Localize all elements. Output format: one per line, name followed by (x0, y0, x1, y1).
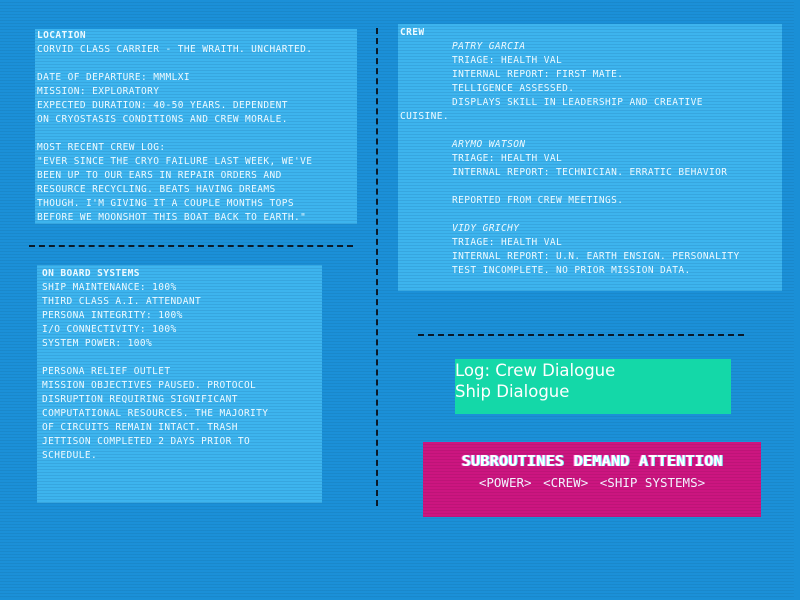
systems-line: I/O CONNECTIVITY: 100% (42, 324, 177, 335)
right-divider (418, 334, 744, 336)
crew-header: CREW (400, 27, 425, 38)
crew-member-name: PATRY GARCIA (452, 41, 526, 52)
ship-systems-link[interactable]: <SHIP SYSTEMS> (600, 475, 705, 490)
ship-dialogue-option[interactable]: Ship Dialogue (455, 381, 731, 402)
systems-line: OF CIRCUITS REMAIN INTACT. TRASH (42, 422, 238, 433)
location-panel: LOCATION CORVID CLASS CARRIER - THE WRAI… (35, 29, 357, 224)
location-line: EXPECTED DURATION: 40-50 YEARS. DEPENDEN… (37, 100, 288, 111)
power-link[interactable]: <POWER> (479, 475, 532, 490)
location-line: THOUGH. I'M GIVING IT A COUPLE MONTHS TO… (37, 198, 295, 209)
center-divider (376, 28, 378, 506)
crew-member-line: CUISINE. (400, 111, 449, 122)
crew-member-line (400, 180, 782, 194)
crew-member-name: ARYMO WATSON (452, 139, 526, 150)
left-divider (29, 245, 353, 247)
systems-header: ON BOARD SYSTEMS (42, 268, 140, 279)
location-line: ON CRYOSTASIS CONDITIONS AND CREW MORALE… (37, 114, 288, 125)
systems-line: COMPUTATIONAL RESOURCES. THE MAJORITY (42, 408, 269, 419)
location-line: BEFORE WE MOONSHOT THIS BOAT BACK TO EAR… (37, 212, 307, 223)
systems-line: SCHEDULE. (42, 450, 98, 461)
crew-link[interactable]: <CREW> (543, 475, 588, 490)
crew-member-line: TELLIGENCE ASSESSED. (452, 83, 575, 94)
crew-member-line: TRIAGE: HEALTH VAL (452, 237, 563, 248)
crew-member-name: VIDY GRICHY (452, 223, 520, 234)
crew-member-line: TRIAGE: HEALTH VAL (452, 55, 563, 66)
systems-panel: ON BOARD SYSTEMS SHIP MAINTENANCE: 100% … (37, 265, 322, 503)
systems-line: SHIP MAINTENANCE: 100% (42, 282, 177, 293)
location-line (37, 127, 357, 141)
location-line: DATE OF DEPARTURE: MMMLXI (37, 72, 190, 83)
location-line: MISSION: EXPLORATORY (37, 86, 160, 97)
location-line: MOST RECENT CREW LOG: (37, 142, 166, 153)
crew-member-line: INTERNAL REPORT: U.N. EARTH ENSIGN. PERS… (452, 251, 740, 262)
dialogue-log-box: Log: Crew Dialogue Ship Dialogue (455, 359, 731, 414)
systems-line: THIRD CLASS A.I. ATTENDANT (42, 296, 202, 307)
location-line: CORVID CLASS CARRIER - THE WRAITH. UNCHA… (37, 44, 313, 55)
systems-line: DISRUPTION REQUIRING SIGNIFICANT (42, 394, 238, 405)
alert-box: SUBROUTINES DEMAND ATTENTION <POWER> <CR… (423, 442, 761, 517)
crew-member-line: INTERNAL REPORT: FIRST MATE. (452, 69, 624, 80)
systems-line (42, 351, 322, 365)
systems-line: SYSTEM POWER: 100% (42, 338, 153, 349)
crew-dialogue-option[interactable]: Log: Crew Dialogue (455, 360, 731, 381)
alert-title: SUBROUTINES DEMAND ATTENTION (461, 452, 723, 470)
game-screen: LOCATION CORVID CLASS CARRIER - THE WRAI… (0, 0, 794, 597)
systems-line: MISSION OBJECTIVES PAUSED. PROTOCOL (42, 380, 257, 391)
location-line (37, 57, 357, 71)
crew-member-line: TRIAGE: HEALTH VAL (452, 153, 563, 164)
location-line: BEEN UP TO OUR EARS IN REPAIR ORDERS AND (37, 170, 282, 181)
location-line: "EVER SINCE THE CRYO FAILURE LAST WEEK, … (37, 156, 313, 167)
alert-links: <POWER> <CREW> <SHIP SYSTEMS> (423, 475, 761, 490)
crew-panel: CREW PATRY GARCIA TRIAGE: HEALTH VAL INT… (398, 24, 782, 291)
crew-member-line: INTERNAL REPORT: TECHNICIAN. ERRATIC BEH… (452, 167, 728, 178)
location-line: RESOURCE RECYCLING. BEATS HAVING DREAMS (37, 184, 276, 195)
crew-member-line: DISPLAYS SKILL IN LEADERSHIP AND CREATIV… (452, 97, 703, 108)
systems-line: PERSONA INTEGRITY: 100% (42, 310, 183, 321)
systems-line: JETTISON COMPLETED 2 DAYS PRIOR TO (42, 436, 251, 447)
location-header: LOCATION (37, 30, 86, 41)
crew-member-line: REPORTED FROM CREW MEETINGS. (452, 195, 624, 206)
systems-line: PERSONA RELIEF OUTLET (42, 366, 171, 377)
crew-member-line: TEST INCOMPLETE. NO PRIOR MISSION DATA. (452, 265, 691, 276)
